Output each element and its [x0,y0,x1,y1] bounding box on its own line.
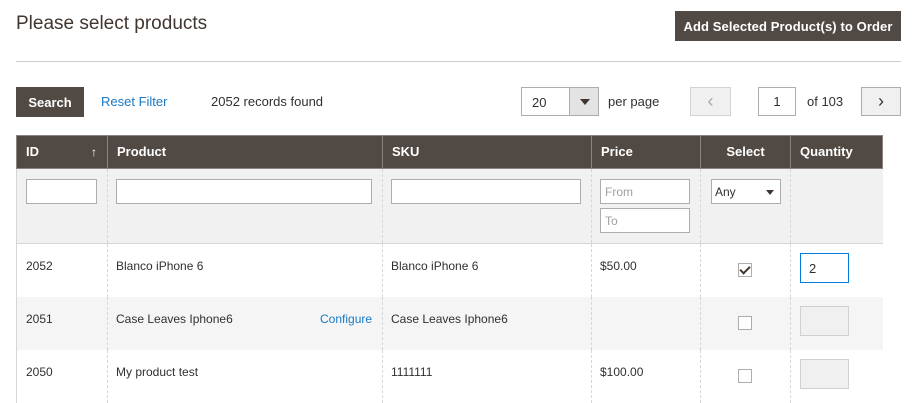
column-divider [382,169,383,243]
column-divider [790,297,791,350]
grid-header: ID ↑ Product SKU Price Select Quantity [16,135,883,169]
column-divider [591,244,592,297]
configure-link[interactable]: Configure [320,312,372,326]
select-filter-dropdown[interactable]: Any [711,179,781,204]
header-divider [16,61,901,62]
column-divider [700,350,701,403]
search-button[interactable]: Search [16,87,84,117]
chevron-down-icon [766,190,774,195]
column-divider [700,297,701,350]
column-label-id: ID [26,144,39,159]
quantity-input[interactable] [800,253,849,283]
per-page-value: 20 [532,95,547,110]
sort-ascending-icon: ↑ [91,145,97,159]
select-filter-value: Any [715,185,736,199]
table-row[interactable]: 2051 Case Leaves Iphone6 Configure Case … [16,297,883,350]
add-selected-products-button[interactable]: Add Selected Product(s) to Order [675,11,901,41]
column-divider [107,169,108,243]
page-title: Please select products [16,13,208,34]
column-divider [382,350,383,403]
select-checkbox[interactable] [738,263,752,277]
cell-id: 2052 [26,259,53,273]
column-divider [790,244,791,297]
total-pages: of 103 [807,94,844,109]
price-to-input[interactable] [600,208,690,233]
chevron-left-icon: ‹ [707,91,714,111]
column-divider [700,169,701,243]
cell-price: $100.00 [600,365,644,379]
select-checkbox[interactable] [738,369,752,383]
per-page-select[interactable]: 20 [521,87,599,116]
next-page-button[interactable]: › [861,87,901,116]
price-from-input[interactable] [600,179,690,204]
column-divider [591,350,592,403]
table-row[interactable]: 2052 Blanco iPhone 6 Blanco iPhone 6 $50… [16,244,883,297]
cell-price: $50.00 [600,259,637,273]
chevron-down-icon[interactable] [569,88,598,115]
column-header-quantity[interactable]: Quantity [790,136,884,168]
per-page-label: per page [608,94,660,109]
product-filter-input[interactable] [116,179,372,204]
cell-sku: Case Leaves Iphone6 [391,312,508,326]
records-found: 2052 records found [211,94,324,109]
page-number-input[interactable] [758,87,796,116]
quantity-input[interactable] [800,306,849,336]
column-divider [107,244,108,297]
filter-row: Any [16,169,883,244]
column-divider [591,169,592,243]
column-header-product[interactable]: Product [107,136,382,168]
column-divider [382,297,383,350]
quantity-input[interactable] [800,359,849,389]
chevron-right-icon: › [878,91,884,111]
column-header-sku[interactable]: SKU [382,136,591,168]
cell-product: My product test [116,365,199,379]
column-header-price[interactable]: Price [591,136,700,168]
column-divider [382,244,383,297]
id-filter-input[interactable] [26,179,97,204]
cell-sku: 1111111 [391,365,433,379]
cell-sku: Blanco iPhone 6 [391,259,479,273]
column-divider [591,297,592,350]
select-checkbox[interactable] [738,316,752,330]
column-divider [790,169,791,243]
column-divider [107,297,108,350]
cell-id: 2050 [26,365,53,379]
column-divider [790,350,791,403]
products-grid: ID ↑ Product SKU Price Select Quantity A… [16,135,885,403]
column-divider [107,350,108,403]
cell-id: 2051 [26,312,53,326]
table-row[interactable]: 2050 My product test 1111111 $100.00 [16,350,883,403]
column-header-select[interactable]: Select [700,136,790,168]
reset-filter-link[interactable]: Reset Filter [101,94,167,109]
column-divider [700,244,701,297]
column-header-id[interactable]: ID ↑ [17,136,107,168]
previous-page-button[interactable]: ‹ [690,87,731,116]
cell-product: Blanco iPhone 6 [116,259,204,273]
sku-filter-input[interactable] [391,179,581,204]
cell-product: Case Leaves Iphone6 [116,312,233,326]
